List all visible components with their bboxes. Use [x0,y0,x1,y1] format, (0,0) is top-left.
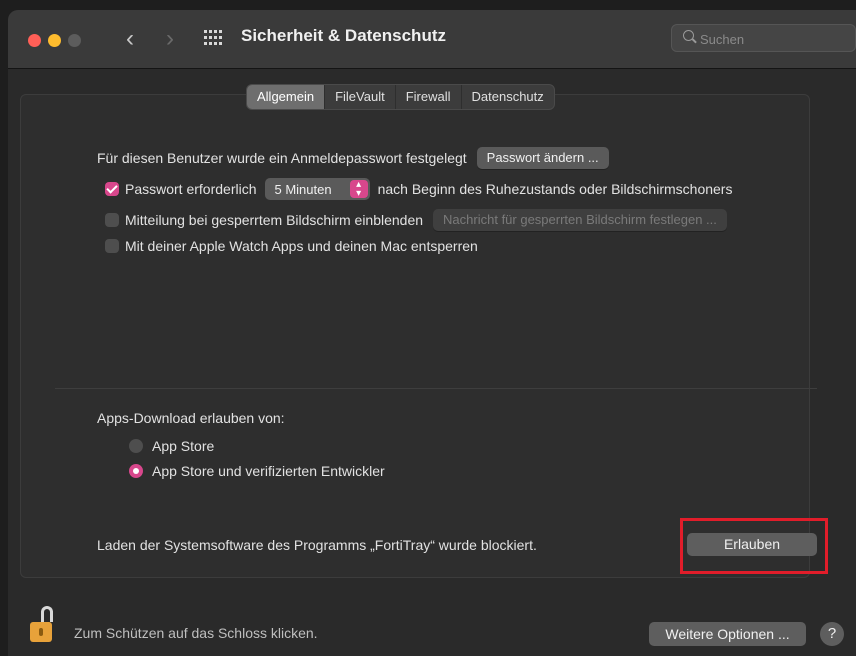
zoom-window-button[interactable] [68,34,81,47]
app-store-radio[interactable] [129,439,143,453]
apple-watch-row: Mit deiner Apple Watch Apps und deinen M… [105,238,478,254]
set-lock-message-button[interactable]: Nachricht für gesperrten Bildschirm fest… [433,209,727,231]
password-delay-select[interactable]: 5 Minuten ▴ ▾ [264,178,370,200]
change-password-button[interactable]: Passwort ändern ... [476,147,609,169]
blocked-software-message: Laden der Systemsoftware des Programms „… [97,537,537,553]
back-chevron-icon[interactable]: ‹ [118,24,142,54]
download-option-app-store[interactable]: App Store [129,438,214,454]
verified-developers-radio[interactable] [129,464,143,478]
require-password-label: Passwort erforderlich [125,181,257,197]
search-field[interactable] [671,24,856,52]
tab-firewall[interactable]: Firewall [396,85,462,109]
minimize-window-button[interactable] [48,34,61,47]
lock-icon[interactable] [30,606,60,646]
forward-chevron-icon[interactable]: › [158,24,182,54]
apple-watch-checkbox[interactable] [105,239,119,253]
search-input[interactable] [698,29,852,49]
allow-highlight-box [680,518,828,574]
lock-hint-text: Zum Schützen auf das Schloss klicken. [74,625,318,641]
help-button[interactable]: ? [820,622,844,646]
updown-chevron-icon: ▴ ▾ [349,180,368,199]
download-option-verified[interactable]: App Store und verifizierten Entwickler [129,463,385,479]
password-delay-value: 5 Minuten [274,181,332,197]
require-password-row: Passwort erforderlich 5 Minuten ▴ ▾ nach … [105,178,732,200]
tab-datenschutz[interactable]: Datenschutz [462,85,554,109]
downloads-heading-text: Apps-Download erlauben von: [97,410,285,426]
show-all-grid-icon[interactable] [204,30,222,46]
lock-message-row: Mitteilung bei gesperrtem Bildschirm ein… [105,209,727,231]
title-bar: ‹ › Sicherheit & Datenschutz [8,10,856,69]
password-status-text: Für diesen Benutzer wurde ein Anmeldepas… [97,150,467,166]
window-title: Sicherheit & Datenschutz [241,26,446,45]
downloads-heading: Apps-Download erlauben von: [97,410,285,426]
require-password-suffix: nach Beginn des Ruhezustands oder Bildsc… [377,181,733,197]
more-options-button[interactable]: Weitere Optionen ... [649,622,806,646]
search-icon [683,30,694,41]
section-divider [55,388,817,389]
verified-developers-label: App Store und verifizierten Entwickler [152,463,385,479]
close-window-button[interactable] [28,34,41,47]
lock-message-checkbox[interactable] [105,213,119,227]
tab-allgemein[interactable]: Allgemein [247,85,326,109]
apple-watch-label: Mit deiner Apple Watch Apps und deinen M… [125,238,478,254]
tab-filevault[interactable]: FileVault [325,85,396,109]
blocked-software-row: Laden der Systemsoftware des Programms „… [97,537,537,553]
lock-message-label: Mitteilung bei gesperrtem Bildschirm ein… [125,212,424,228]
require-password-checkbox[interactable] [105,182,119,196]
app-store-label: App Store [152,438,215,454]
password-row: Für diesen Benutzer wurde ein Anmeldepas… [97,147,609,169]
tab-bar: Allgemein FileVault Firewall Datenschutz [246,84,555,110]
